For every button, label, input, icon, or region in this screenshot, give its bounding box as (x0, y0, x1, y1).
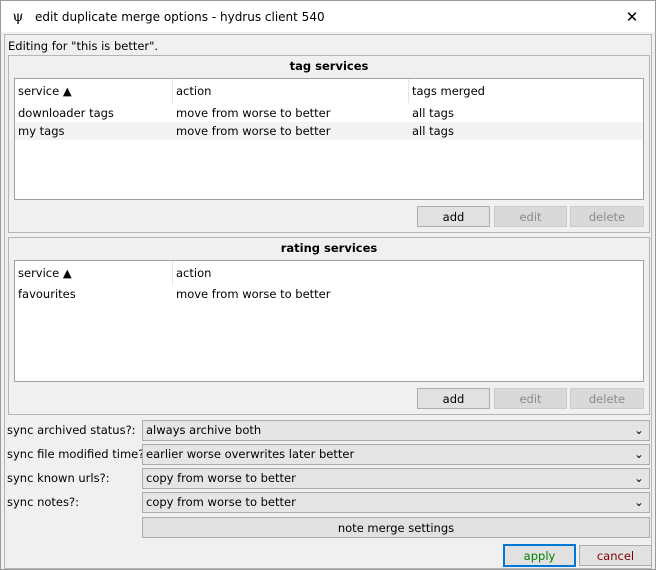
sync-notes-select[interactable]: copy from worse to better ⌄ (142, 492, 650, 513)
cancel-button[interactable]: cancel (579, 545, 652, 566)
sync-modified-select[interactable]: earlier worse overwrites later better ⌄ (142, 444, 650, 465)
column-header-action[interactable]: action (173, 79, 409, 103)
sync-modified-label: sync file modified time?: (7, 447, 149, 461)
rating-services-title: rating services (280, 241, 378, 255)
sync-notes-label: sync notes?: (7, 495, 79, 509)
sync-modified-value: earlier worse overwrites later better (146, 447, 355, 461)
close-button[interactable]: ✕ (609, 1, 655, 32)
apply-button[interactable]: apply (503, 544, 576, 567)
column-header-service[interactable]: service ▲ (15, 261, 173, 285)
rating-add-button[interactable]: add (417, 388, 490, 409)
window-title: edit duplicate merge options - hydrus cl… (35, 9, 325, 24)
table-row[interactable]: my tags move from worse to better all ta… (15, 122, 643, 140)
cell-tags-merged: all tags (412, 124, 454, 138)
sync-archived-select[interactable]: always archive both ⌄ (142, 420, 650, 441)
rating-services-panel: rating services service ▲ action favouri… (8, 237, 650, 415)
tag-services-panel: tag services service ▲ action tags merge… (8, 55, 650, 233)
chevron-down-icon: ⌄ (634, 447, 644, 461)
sync-urls-label: sync known urls?: (7, 471, 110, 485)
table-row[interactable]: favourites move from worse to better (15, 285, 643, 303)
tag-delete-button[interactable]: delete (570, 206, 644, 227)
cell-tags-merged: all tags (412, 106, 454, 120)
list-header: service ▲ action tags merged (15, 79, 643, 103)
dialog-window: ψ edit duplicate merge options - hydrus … (0, 0, 656, 570)
cell-service: my tags (18, 124, 65, 138)
cell-action: move from worse to better (176, 106, 331, 120)
cell-action: move from worse to better (176, 287, 331, 301)
chevron-down-icon: ⌄ (634, 423, 644, 437)
tag-edit-button[interactable]: edit (494, 206, 567, 227)
cell-service: favourites (18, 287, 76, 301)
column-header-service[interactable]: service ▲ (15, 79, 173, 103)
title-bar: ψ edit duplicate merge options - hydrus … (1, 1, 655, 32)
rating-delete-button[interactable]: delete (570, 388, 644, 409)
sync-urls-value: copy from worse to better (146, 471, 296, 485)
list-header: service ▲ action (15, 261, 643, 285)
sync-archived-value: always archive both (146, 423, 262, 437)
rating-services-list[interactable]: service ▲ action favourites move from wo… (14, 260, 644, 382)
hydrus-app-icon: ψ (12, 8, 24, 25)
sync-notes-value: copy from worse to better (146, 495, 296, 509)
editing-label: Editing for "this is better". (8, 39, 159, 53)
cell-action: move from worse to better (176, 124, 331, 138)
chevron-down-icon: ⌄ (634, 495, 644, 509)
dialog-content: Editing for "this is better". tag servic… (4, 34, 652, 569)
note-merge-settings-button[interactable]: note merge settings (142, 517, 650, 538)
close-icon: ✕ (625, 7, 639, 26)
tag-services-title: tag services (289, 59, 369, 73)
tag-add-button[interactable]: add (417, 206, 490, 227)
column-header-tags-merged[interactable]: tags merged (409, 79, 643, 103)
rating-edit-button[interactable]: edit (494, 388, 567, 409)
column-header-action[interactable]: action (173, 261, 643, 285)
tag-services-list[interactable]: service ▲ action tags merged downloader … (14, 78, 644, 200)
table-row[interactable]: downloader tags move from worse to bette… (15, 104, 643, 122)
cell-service: downloader tags (18, 106, 114, 120)
sync-urls-select[interactable]: copy from worse to better ⌄ (142, 468, 650, 489)
chevron-down-icon: ⌄ (634, 471, 644, 485)
sync-archived-label: sync archived status?: (7, 423, 136, 437)
